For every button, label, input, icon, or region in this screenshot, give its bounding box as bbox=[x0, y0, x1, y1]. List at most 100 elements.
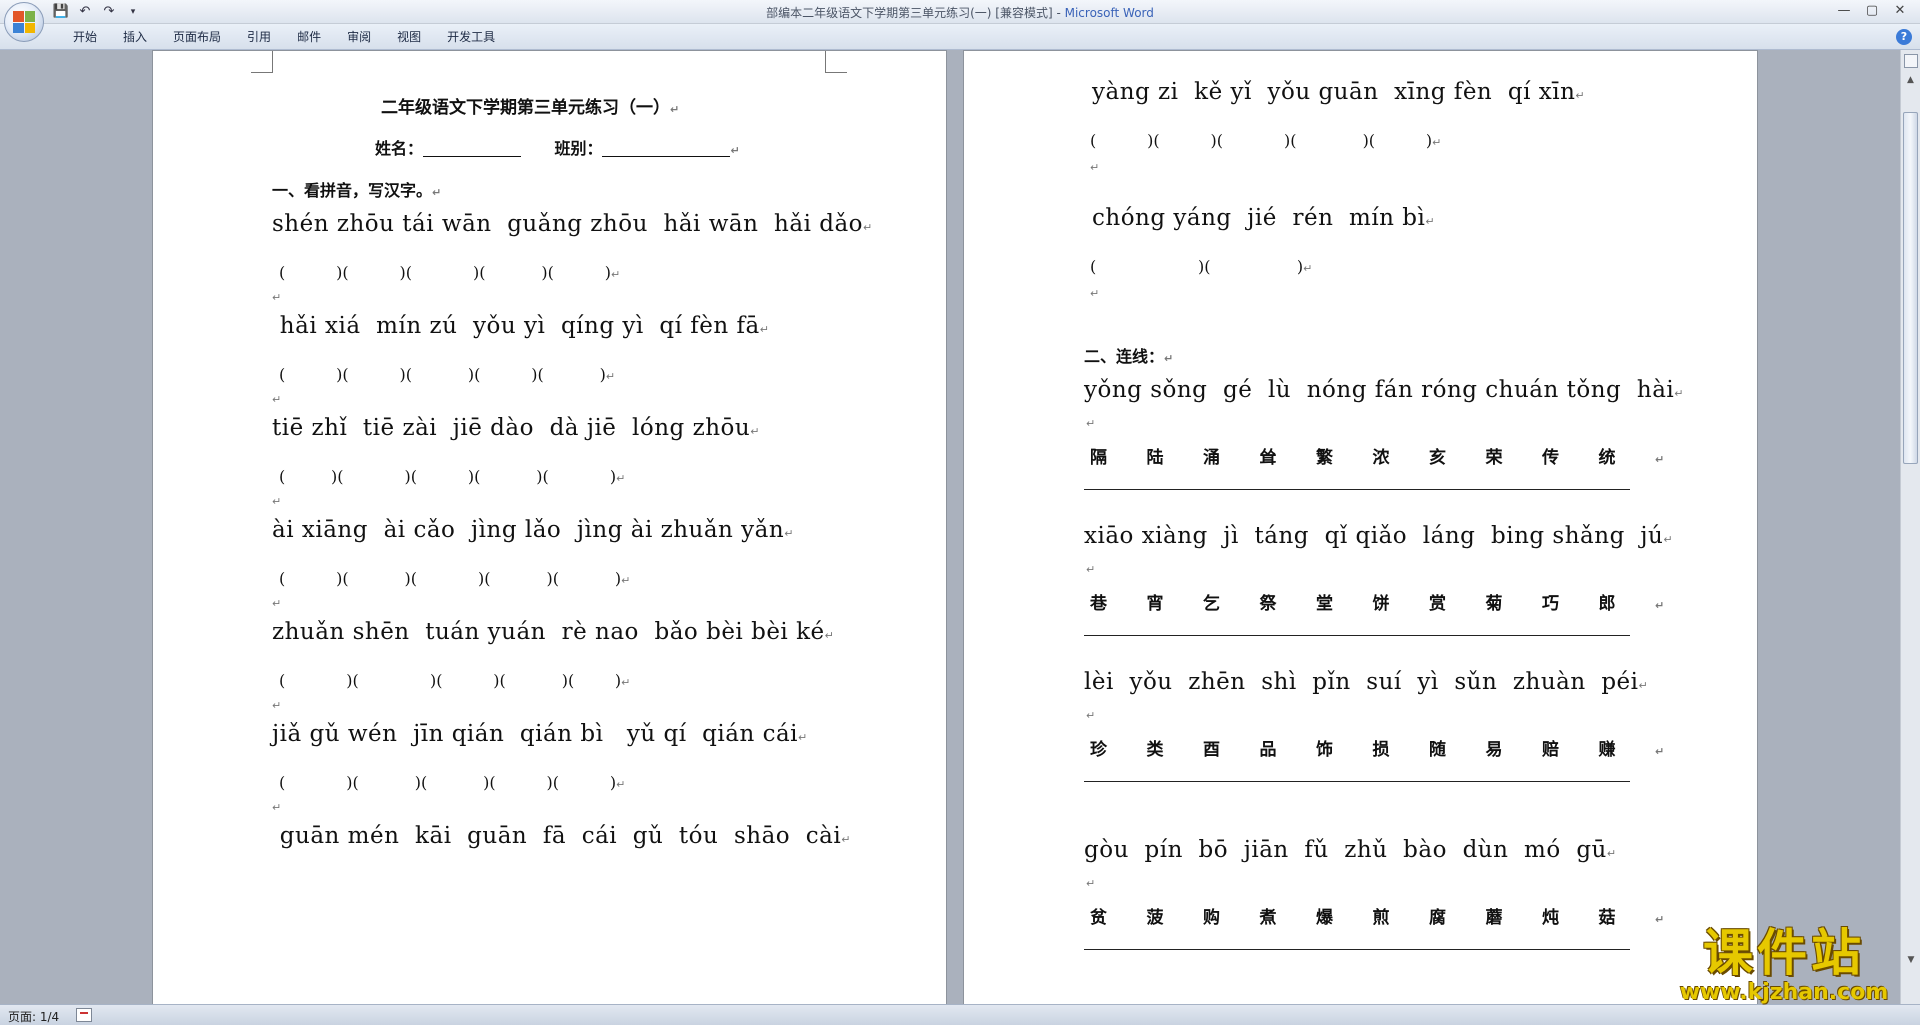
hanzi-character[interactable]: 耸 bbox=[1260, 443, 1317, 468]
paragraph-mark: ↵ bbox=[616, 472, 626, 485]
hanzi-character[interactable]: 煮 bbox=[1260, 903, 1317, 928]
tab-mailings[interactable]: 邮件 bbox=[284, 29, 334, 45]
pinyin-line[interactable]: zhuǎn shēn tuán yuán rè nao bǎo bèi bèi … bbox=[272, 619, 834, 645]
pinyin-line[interactable]: ài xiāng ài cǎo jìng lǎo jìng ài zhuǎn y… bbox=[272, 517, 794, 543]
hanzi-character[interactable]: 荣 bbox=[1486, 443, 1543, 468]
answer-parentheses[interactable]: ( )( )( )( )( )↵ bbox=[279, 365, 615, 384]
hanzi-character[interactable]: 郎 bbox=[1599, 589, 1656, 614]
pinyin-line[interactable]: chóng yáng jié rén mín bì↵ bbox=[1092, 205, 1435, 231]
tab-home[interactable]: 开始 bbox=[60, 29, 110, 45]
paragraph-mark: ↵ bbox=[605, 370, 616, 383]
hanzi-character[interactable]: 传 bbox=[1542, 443, 1599, 468]
answer-parentheses[interactable]: ( )( )( )( )( )↵ bbox=[279, 671, 630, 690]
pinyin-line[interactable]: guān mén kāi guān fā cái gǔ tóu shāo cài… bbox=[272, 823, 851, 849]
paragraph-mark: ↵ bbox=[1606, 847, 1617, 860]
empty-paragraph-mark: ↵ bbox=[272, 597, 282, 610]
tab-insert[interactable]: 插入 bbox=[110, 29, 160, 45]
name-blank[interactable] bbox=[423, 139, 522, 157]
answer-parentheses[interactable]: ( )( )( )( )( )↵ bbox=[279, 773, 625, 792]
hanzi-character[interactable]: 爆 bbox=[1316, 903, 1373, 928]
help-icon[interactable]: ? bbox=[1896, 29, 1912, 45]
pinyin-line[interactable]: tiē zhǐ tiē zài jiē dào dà jiē lóng zhōu… bbox=[272, 415, 760, 441]
hanzi-character[interactable]: 隔 bbox=[1090, 443, 1147, 468]
tab-view[interactable]: 视图 bbox=[384, 29, 434, 45]
ribbon-tab-bar: 开始 插入 页面布局 引用 邮件 审阅 视图 开发工具 ? bbox=[0, 24, 1920, 50]
pinyin-line[interactable]: lèi yǒu zhēn shì pǐn suí yì sǔn zhuàn pé… bbox=[1084, 669, 1648, 695]
hanzi-character[interactable]: 腐 bbox=[1429, 903, 1486, 928]
proofing-status-icon[interactable] bbox=[76, 1008, 92, 1022]
scroll-down-arrow-icon[interactable]: ▼ bbox=[1902, 952, 1920, 968]
pinyin-line[interactable]: gòu pín bō jiān fǔ zhǔ bào dùn mó gū↵ bbox=[1084, 837, 1617, 863]
pinyin-line[interactable]: shén zhōu tái wān guǎng zhōu hǎi wān hǎi… bbox=[272, 211, 873, 237]
hanzi-character[interactable]: 损 bbox=[1373, 735, 1430, 760]
hanzi-character[interactable]: 菊 bbox=[1486, 589, 1543, 614]
hanzi-character[interactable]: 巧 bbox=[1542, 589, 1599, 614]
character-row: 巷宵乞祭堂饼赏菊巧郎 ↵ bbox=[1090, 589, 1664, 614]
office-button[interactable] bbox=[4, 2, 44, 42]
hanzi-character[interactable]: 饰 bbox=[1316, 735, 1373, 760]
page-1[interactable]: 二年级语文下学期第三单元练习（一）↵ 姓名： 班别： ↵ 一、看拼音，写汉字。↵ … bbox=[152, 50, 947, 1004]
scroll-up-arrow-icon[interactable]: ▲ bbox=[1902, 72, 1920, 88]
hanzi-character[interactable]: 赔 bbox=[1542, 735, 1599, 760]
hanzi-character[interactable]: 随 bbox=[1429, 735, 1486, 760]
tab-references[interactable]: 引用 bbox=[234, 29, 284, 45]
hanzi-character[interactable]: 赏 bbox=[1429, 589, 1486, 614]
hanzi-character[interactable]: 统 bbox=[1599, 443, 1656, 468]
document-area[interactable]: 二年级语文下学期第三单元练习（一）↵ 姓名： 班别： ↵ 一、看拼音，写汉字。↵ … bbox=[0, 50, 1900, 1004]
hanzi-character[interactable]: 菇 bbox=[1599, 903, 1656, 928]
page-2[interactable]: yàng zi kě yǐ yǒu guān xīng fèn qí xīn↵ (… bbox=[963, 50, 1758, 1004]
hanzi-character[interactable]: 菠 bbox=[1147, 903, 1204, 928]
paragraph-mark: ↵ bbox=[1655, 913, 1665, 926]
vertical-scrollbar[interactable]: ▲ ▼ bbox=[1900, 50, 1920, 1004]
tab-page-layout[interactable]: 页面布局 bbox=[160, 29, 234, 45]
answer-parentheses[interactable]: ( )( )( )( )( )↵ bbox=[279, 467, 625, 486]
hanzi-character[interactable]: 珍 bbox=[1090, 735, 1147, 760]
answer-parentheses[interactable]: ( )( )( )( )( )↵ bbox=[279, 263, 620, 282]
hanzi-character[interactable]: 巷 bbox=[1090, 589, 1147, 614]
hanzi-character[interactable]: 赚 bbox=[1599, 735, 1656, 760]
paragraph-mark: ↵ bbox=[1164, 352, 1174, 365]
pinyin-line[interactable]: yǒng sǒng gé lù nóng fán róng chuán tǒng… bbox=[1084, 377, 1684, 403]
pinyin-line[interactable]: jiǎ gǔ wén jīn qián qián bì yǔ qí qián c… bbox=[272, 721, 808, 747]
hanzi-character[interactable]: 亥 bbox=[1429, 443, 1486, 468]
hanzi-character[interactable]: 繁 bbox=[1316, 443, 1373, 468]
hanzi-character[interactable]: 酉 bbox=[1203, 735, 1260, 760]
hanzi-character[interactable]: 贫 bbox=[1090, 903, 1147, 928]
hanzi-character[interactable]: 乞 bbox=[1203, 589, 1260, 614]
hanzi-character[interactable]: 堂 bbox=[1316, 589, 1373, 614]
hanzi-character[interactable]: 陆 bbox=[1147, 443, 1204, 468]
hanzi-character[interactable]: 祭 bbox=[1260, 589, 1317, 614]
hanzi-character[interactable]: 类 bbox=[1147, 735, 1204, 760]
answer-parentheses[interactable]: ( )( )( )( )( )↵ bbox=[1090, 131, 1441, 150]
hanzi-character[interactable]: 易 bbox=[1486, 735, 1543, 760]
hanzi-character[interactable]: 饼 bbox=[1373, 589, 1430, 614]
paragraph-mark: ↵ bbox=[1655, 599, 1665, 612]
page-count[interactable]: 页面: 1/4 bbox=[8, 1008, 59, 1025]
tab-review[interactable]: 审阅 bbox=[334, 29, 384, 45]
maximize-button[interactable]: ▢ bbox=[1858, 1, 1886, 21]
answer-parentheses[interactable]: ( )( )( )( )( )↵ bbox=[279, 569, 630, 588]
hanzi-character[interactable]: 宵 bbox=[1147, 589, 1204, 614]
empty-paragraph-mark: ↵ bbox=[1090, 161, 1100, 174]
hanzi-character[interactable]: 浓 bbox=[1373, 443, 1430, 468]
hanzi-character[interactable]: 炖 bbox=[1542, 903, 1599, 928]
crop-mark bbox=[825, 51, 847, 73]
class-blank[interactable] bbox=[602, 139, 731, 157]
pinyin-line[interactable]: yàng zi kě yǐ yǒu guān xīng fèn qí xīn↵ bbox=[1092, 79, 1585, 105]
hanzi-character[interactable]: 煎 bbox=[1373, 903, 1430, 928]
name-class-line: 姓名： 班别： ↵ bbox=[375, 139, 740, 158]
hanzi-character[interactable]: 品 bbox=[1260, 735, 1317, 760]
hanzi-character[interactable]: 涌 bbox=[1203, 443, 1260, 468]
ruler-toggle-icon[interactable] bbox=[1904, 54, 1918, 68]
paragraph-mark: ↵ bbox=[1655, 453, 1665, 466]
tab-developer[interactable]: 开发工具 bbox=[434, 29, 508, 45]
hanzi-character[interactable]: 购 bbox=[1203, 903, 1260, 928]
pinyin-line[interactable]: hǎi xiá mín zú yǒu yì qíng yì qí fèn fā↵ bbox=[272, 313, 769, 339]
scroll-thumb[interactable] bbox=[1903, 112, 1918, 464]
answer-parentheses[interactable]: ( )( )↵ bbox=[1090, 257, 1312, 276]
minimize-button[interactable]: — bbox=[1830, 1, 1858, 21]
hanzi-character[interactable]: 蘑 bbox=[1486, 903, 1543, 928]
pinyin-line[interactable]: xiāo xiàng jì táng qǐ qiǎo láng bing shǎ… bbox=[1084, 523, 1673, 549]
empty-paragraph-mark: ↵ bbox=[272, 495, 282, 508]
close-button[interactable]: ✕ bbox=[1886, 1, 1914, 21]
